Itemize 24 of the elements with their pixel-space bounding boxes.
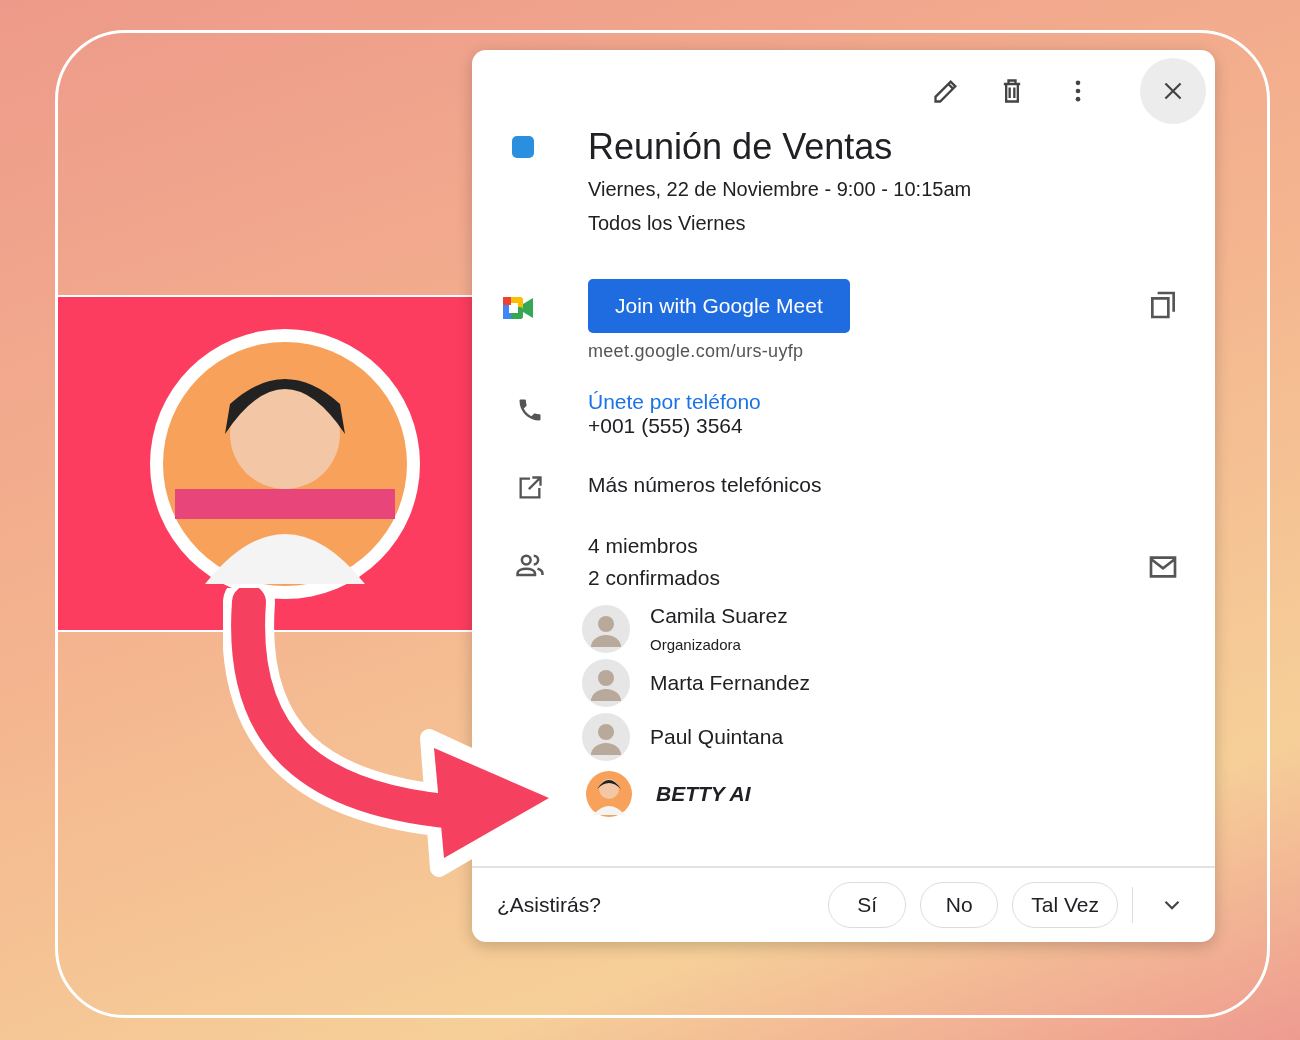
rsvp-option-button[interactable]: Tal Vez <box>1012 882 1118 928</box>
rsvp-option-button[interactable]: No <box>920 882 999 928</box>
rsvp-question: ¿Asistirás? <box>497 893 602 917</box>
event-date-time: Viernes, 22 de Noviembre - 9:00 - 10:15am <box>588 178 973 201</box>
member-count: 4 miembros <box>588 534 699 558</box>
avatar-icon <box>582 659 630 707</box>
event-title: Reunión de Ventas <box>588 126 894 168</box>
guest-role: Organizadora <box>650 636 742 653</box>
join-meet-button[interactable]: Join with Google Meet <box>588 279 850 333</box>
pencil-icon[interactable] <box>932 77 960 105</box>
guest-name: Camila Suarez <box>650 604 789 628</box>
event-recurrence: Todos los Viernes <box>588 212 747 235</box>
phone-number: +001 (555) 3564 <box>588 414 744 438</box>
rsvp-option-button[interactable]: Sí <box>828 882 907 928</box>
guest-name: Paul Quintana <box>650 725 785 749</box>
avatar-icon <box>582 604 630 653</box>
join-by-phone-link[interactable]: Únete por teléfono <box>588 390 1179 414</box>
confirmed-count: 2 confirmados <box>588 566 721 590</box>
calendar-color-icon <box>512 136 534 158</box>
guest-name: BETTY AI <box>656 782 752 806</box>
more-numbers-link[interactable]: Más números telefónicos <box>588 473 822 497</box>
guest-name: Marta Fernandez <box>650 671 811 695</box>
video-camera-icon <box>502 295 534 321</box>
avatar-icon <box>582 713 630 761</box>
